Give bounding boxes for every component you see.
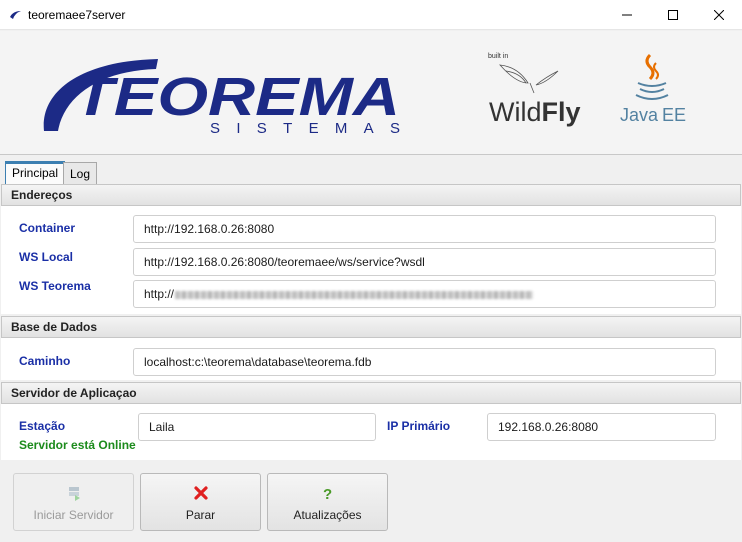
redacted-text <box>175 290 534 299</box>
wildfly-logo: built in WildFly <box>488 53 581 127</box>
window-title: teoremaee7server <box>28 8 126 22</box>
javaee-logo: Java EE <box>620 53 686 125</box>
wildfly-fly: Fly <box>542 97 581 127</box>
javaee-java: Java <box>620 105 659 125</box>
container-field[interactable]: http://192.168.0.26:8080 <box>133 215 716 243</box>
wildfly-wild: Wild <box>489 97 542 127</box>
svg-text:WildFly: WildFly <box>489 97 581 127</box>
green-question-icon: ? <box>323 486 332 501</box>
wsteorema-field[interactable]: http:// <box>133 280 716 308</box>
atualizacoes-label: Atualizações <box>293 508 362 522</box>
javaee-ee: EE <box>662 105 686 125</box>
close-button[interactable] <box>696 0 742 30</box>
maximize-button[interactable] <box>650 0 696 30</box>
parar-button[interactable]: Parar <box>140 473 261 531</box>
teorema-logo: TEOREMA SISTEMAS <box>43 59 400 137</box>
section-enderecos-header: Endereços <box>1 184 741 206</box>
atualizacoes-button[interactable]: ? Atualizações <box>267 473 388 531</box>
caminho-label: Caminho <box>19 354 71 368</box>
ip-field[interactable]: 192.168.0.26:8080 <box>487 413 716 441</box>
wsteorema-value: http:// <box>144 287 175 301</box>
java-cup-icon <box>635 53 669 100</box>
wsteorema-label: WS Teorema <box>19 279 91 293</box>
wslocal-field[interactable]: http://192.168.0.26:8080/teoremaee/ws/se… <box>133 248 716 276</box>
server-status: Servidor está Online <box>19 438 136 452</box>
close-icon <box>714 10 724 20</box>
svg-text:JavaEE: Java EE <box>620 105 686 125</box>
server-start-icon <box>69 487 80 501</box>
button-bar: Iniciar Servidor Parar ? Atualizações <box>0 462 742 542</box>
section-basedados-header: Base de Dados <box>1 316 741 338</box>
caminho-field[interactable]: localhost:c:\teorema\database\teorema.fd… <box>133 348 716 376</box>
svg-text:?: ? <box>323 486 332 501</box>
tab-bar: Principal Log <box>0 154 742 186</box>
estacao-label: Estação <box>19 419 66 433</box>
minimize-button[interactable] <box>604 0 650 30</box>
tab-log[interactable]: Log <box>63 162 98 186</box>
wildfly-wings-icon <box>499 64 559 94</box>
section-servidor-header: Servidor de Aplicaçao <box>1 382 741 404</box>
title-bar: teoremaee7server <box>0 0 742 30</box>
banner: TEOREMA SISTEMAS built in WildFly Java EE <box>0 31 742 154</box>
tab-principal[interactable]: Principal <box>5 161 66 186</box>
red-x-icon <box>194 486 208 500</box>
wslocal-label: WS Local <box>19 250 74 264</box>
brand-name: TEOREMA <box>74 67 400 127</box>
maximize-icon <box>668 10 678 20</box>
container-label: Container <box>19 221 76 235</box>
app-icon <box>10 11 21 19</box>
iniciar-servidor-button[interactable]: Iniciar Servidor <box>13 473 134 531</box>
ip-label: IP Primário <box>387 419 451 433</box>
iniciar-servidor-label: Iniciar Servidor <box>33 508 114 522</box>
wildfly-builtin: built in <box>488 53 508 60</box>
estacao-field[interactable]: Laila <box>138 413 376 441</box>
minimize-icon <box>622 14 632 16</box>
parar-label: Parar <box>185 508 216 522</box>
